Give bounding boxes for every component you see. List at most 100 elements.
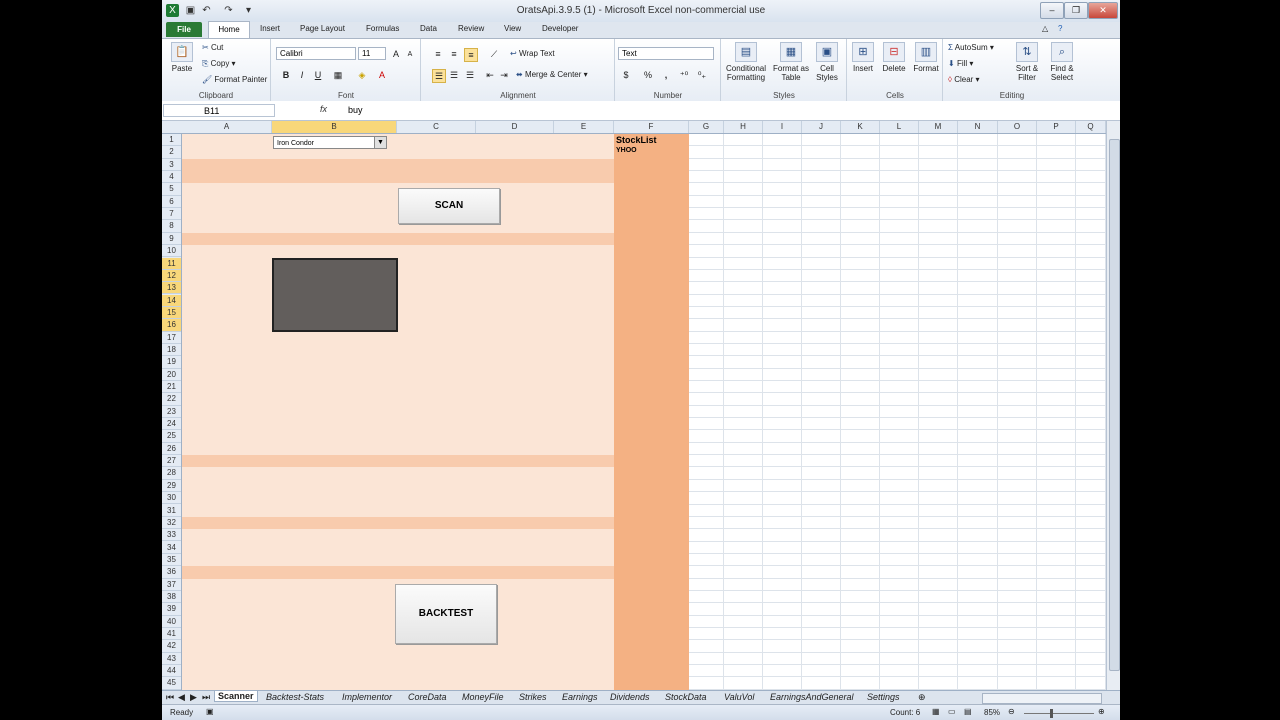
- row-header[interactable]: 37: [162, 579, 181, 591]
- help-icon[interactable]: ?: [1058, 24, 1062, 33]
- column-header-f[interactable]: F: [614, 121, 689, 133]
- column-header-h[interactable]: H: [724, 121, 763, 133]
- zoom-slider-handle[interactable]: [1050, 709, 1053, 718]
- sheet-tab-implementor[interactable]: Implementor: [342, 692, 392, 702]
- row-header[interactable]: 26: [162, 443, 181, 456]
- column-header-n[interactable]: N: [958, 121, 998, 133]
- format-painter-button[interactable]: 🖌 Format Painter: [202, 75, 267, 84]
- scroll-thumb[interactable]: [1109, 139, 1120, 671]
- row-header[interactable]: 24: [162, 418, 181, 431]
- sort-filter-button[interactable]: ⇅ Sort & Filter: [1010, 42, 1044, 82]
- merge-center-button[interactable]: ⬌ Merge & Center ▾: [516, 70, 588, 79]
- name-box[interactable]: B11: [163, 104, 275, 117]
- row-header[interactable]: 9: [162, 233, 181, 246]
- row-header[interactable]: 41: [162, 628, 181, 641]
- row-header[interactable]: 33: [162, 529, 181, 542]
- row-header[interactable]: 12: [162, 269, 181, 283]
- row-header[interactable]: 22: [162, 393, 181, 406]
- ribbon-minimize-icon[interactable]: △: [1042, 24, 1048, 33]
- increase-decimal-icon[interactable]: ⁺⁰: [678, 69, 690, 81]
- row-header[interactable]: 43: [162, 653, 181, 665]
- close-button[interactable]: ✕: [1088, 2, 1118, 19]
- zoom-level[interactable]: 85%: [984, 708, 1000, 717]
- row-header[interactable]: 28: [162, 467, 181, 480]
- row-header[interactable]: 7: [162, 208, 181, 221]
- font-size-select[interactable]: 11: [358, 47, 386, 60]
- orientation-icon[interactable]: ⟋: [488, 48, 500, 60]
- row-header[interactable]: 8: [162, 220, 181, 233]
- fill-button[interactable]: ⬇ Fill ▾: [948, 59, 973, 68]
- align-middle-icon[interactable]: ≡: [448, 48, 460, 60]
- row-header[interactable]: 23: [162, 406, 181, 418]
- row-header[interactable]: 19: [162, 356, 181, 369]
- column-header-a[interactable]: A: [182, 121, 272, 133]
- insert-sheet-icon[interactable]: ⊕: [918, 692, 926, 703]
- vertical-scrollbar[interactable]: [1106, 121, 1120, 690]
- column-header-m[interactable]: M: [919, 121, 958, 133]
- chevron-down-icon[interactable]: ▼: [374, 137, 386, 148]
- sheet-tab-moneyfile[interactable]: MoneyFile: [462, 692, 504, 702]
- sheet-tab-earningsandgeneral[interactable]: EarningsAndGeneral: [770, 692, 854, 702]
- number-format-select[interactable]: Text: [618, 47, 714, 60]
- sheet-tab-earnings[interactable]: Earnings: [562, 692, 598, 702]
- row-header[interactable]: 20: [162, 369, 181, 381]
- column-header-k[interactable]: K: [841, 121, 880, 133]
- row-header[interactable]: 16: [162, 319, 181, 332]
- tab-formulas[interactable]: Formulas: [366, 24, 399, 33]
- font-name-select[interactable]: Calibri: [276, 47, 356, 60]
- zoom-out-icon[interactable]: ⊖: [1008, 707, 1015, 716]
- tab-view[interactable]: View: [504, 24, 521, 33]
- minimize-button[interactable]: –: [1040, 2, 1064, 19]
- zoom-in-icon[interactable]: ⊕: [1098, 707, 1105, 716]
- macro-record-icon[interactable]: ▣: [206, 707, 214, 716]
- sheet-nav-icon[interactable]: ◀: [178, 692, 185, 703]
- align-right-icon[interactable]: ☰: [464, 69, 476, 81]
- format-cells-button[interactable]: ▥ Format: [910, 42, 942, 73]
- tab-home[interactable]: Home: [208, 21, 250, 39]
- row-header[interactable]: 3: [162, 159, 181, 171]
- format-as-table-button[interactable]: ▦ Format as Table: [772, 42, 810, 82]
- sheet-tab-stockdata[interactable]: StockData: [665, 692, 707, 702]
- align-left-icon[interactable]: ☰: [432, 69, 446, 83]
- page-layout-view-icon[interactable]: ▭: [948, 707, 956, 716]
- sheet-tab-valuvol[interactable]: ValuVol: [724, 692, 754, 702]
- sheet-tab-coredata[interactable]: CoreData: [408, 692, 447, 702]
- borders-icon[interactable]: ▦: [332, 69, 344, 81]
- horizontal-scrollbar[interactable]: [982, 693, 1102, 704]
- tab-insert[interactable]: Insert: [260, 24, 280, 33]
- page-break-view-icon[interactable]: ▤: [964, 707, 972, 716]
- tab-developer[interactable]: Developer: [542, 24, 578, 33]
- row-header[interactable]: 21: [162, 381, 181, 394]
- column-header-e[interactable]: E: [554, 121, 614, 133]
- align-top-icon[interactable]: ≡: [432, 48, 444, 60]
- sheet-tab-settings[interactable]: Settings: [867, 692, 900, 702]
- formula-input[interactable]: buy: [348, 105, 363, 115]
- row-header[interactable]: 18: [162, 344, 181, 357]
- sheet-nav-icon[interactable]: ⏭: [202, 692, 210, 703]
- delete-cells-button[interactable]: ⊟ Delete: [878, 42, 910, 73]
- sheet-nav-icon[interactable]: ⏮: [166, 692, 174, 703]
- fill-color-icon[interactable]: ◈: [356, 69, 368, 81]
- insert-cells-button[interactable]: ⊞ Insert: [848, 42, 878, 73]
- shrink-font-icon[interactable]: A: [404, 49, 416, 61]
- align-bottom-icon[interactable]: ≡: [464, 48, 478, 62]
- row-header[interactable]: 2: [162, 146, 181, 159]
- row-header[interactable]: 4: [162, 171, 181, 184]
- row-header[interactable]: 14: [162, 294, 181, 307]
- row-header[interactable]: 17: [162, 332, 181, 344]
- row-header[interactable]: 25: [162, 430, 181, 443]
- tab-review[interactable]: Review: [458, 24, 484, 33]
- column-header-b[interactable]: B: [272, 121, 397, 133]
- sheet-tab-dividends[interactable]: Dividends: [610, 692, 650, 702]
- worksheet[interactable]: ABCDEFGHIJKLMNOPQ 1 2 3 4 5 6 7 8 9 10 11 12 13 14 15 1…: [162, 121, 1106, 690]
- strategy-dropdown[interactable]: Iron Condor ▼: [273, 136, 387, 149]
- row-header[interactable]: 44: [162, 665, 181, 678]
- find-select-button[interactable]: ⌕ Find & Select: [1044, 42, 1080, 82]
- scan-button[interactable]: SCAN: [398, 188, 500, 225]
- sheet-tab-scanner[interactable]: Scanner: [214, 691, 258, 702]
- row-header[interactable]: 29: [162, 480, 181, 493]
- insert-function-icon[interactable]: fx: [320, 104, 327, 114]
- underline-button[interactable]: U: [312, 69, 324, 81]
- row-header[interactable]: 11: [162, 257, 181, 270]
- conditional-formatting-button[interactable]: ▤ Conditional Formatting: [722, 42, 770, 82]
